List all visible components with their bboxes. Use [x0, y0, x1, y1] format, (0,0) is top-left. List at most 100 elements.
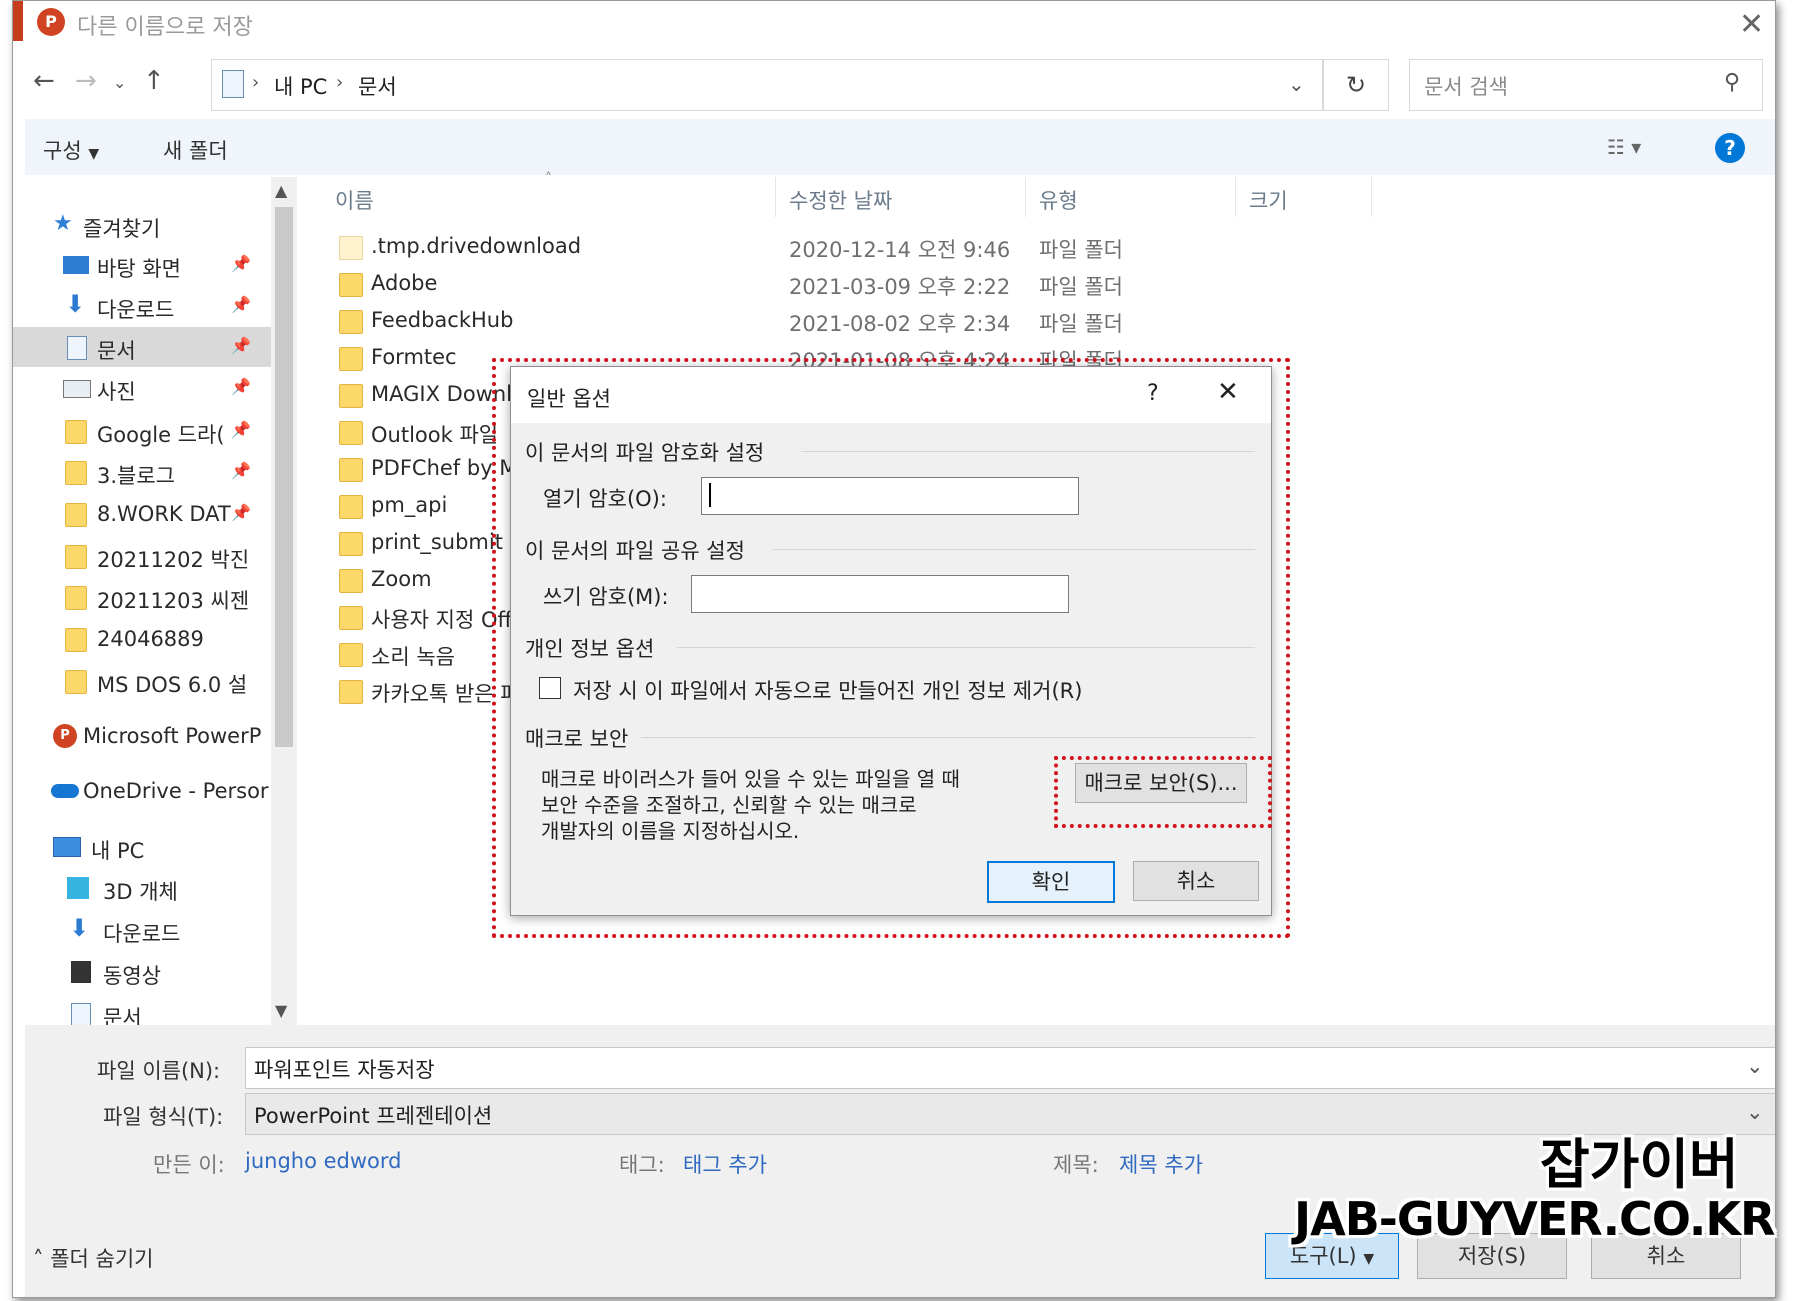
sidebar-item-blog[interactable]: 3.블로그 📌 — [13, 452, 273, 492]
sidebar-item-this-pc[interactable]: 내 PC — [13, 827, 273, 867]
breadcrumb-documents[interactable]: 문서 — [358, 71, 397, 101]
pin-icon[interactable]: 📌 — [231, 295, 251, 314]
document-icon — [67, 336, 87, 360]
text-cursor — [709, 483, 711, 507]
ok-button[interactable]: 확인 — [987, 861, 1115, 903]
file-row[interactable]: Adobe 2021-03-09 오후 2:22 파일 폴더 — [333, 267, 1123, 303]
hide-folders-button[interactable]: ˄ 폴더 숨기기 — [33, 1243, 153, 1273]
help-icon[interactable]: ? — [1715, 133, 1745, 163]
scroll-up-icon[interactable]: ▲ — [275, 181, 287, 200]
sidebar-item-documents[interactable]: 문서 📌 — [13, 327, 273, 367]
sidebar-item-favorites[interactable]: ★ 즐겨찾기 — [13, 205, 273, 245]
sidebar-item-google-drive[interactable]: Google 드라( 📌 — [13, 411, 273, 451]
sidebar-item-label: 바탕 화면 — [97, 257, 181, 281]
sidebar-item-label: Microsoft PowerP — [83, 724, 262, 748]
write-password-input[interactable] — [691, 575, 1069, 613]
sidebar-item-24046889[interactable]: 24046889 — [13, 619, 273, 659]
filename-input[interactable]: 파워포인트 자동저장 ⌄ — [245, 1047, 1775, 1089]
sort-ascending-icon: ˄ — [545, 171, 552, 187]
column-divider[interactable] — [1371, 177, 1372, 217]
cloud-icon — [51, 784, 79, 798]
address-bar[interactable]: › 내 PC › 문서 ⌄ — [211, 59, 1323, 111]
watermark-korean: 잡가이버 — [1540, 1133, 1739, 1196]
help-icon[interactable]: ? — [1147, 381, 1159, 406]
view-options-icon[interactable]: ☷ ▾ — [1607, 135, 1641, 159]
chevron-down-icon[interactable]: ⌄ — [1746, 1100, 1764, 1124]
file-name: Adobe — [371, 271, 438, 295]
sidebar-scroll-thumb[interactable] — [275, 207, 293, 747]
sidebar-item-documents-pc[interactable]: 문서 — [13, 994, 273, 1025]
forward-arrow-icon[interactable]: → — [75, 66, 97, 96]
sidebar-item-label: 20211202 박진 — [97, 548, 250, 572]
sidebar-item-videos[interactable]: 동영상 — [13, 952, 273, 992]
column-divider[interactable] — [775, 177, 776, 217]
sidebar-item-label: 다운로드 — [97, 298, 175, 322]
column-header-modified[interactable]: 수정한 날짜 — [789, 185, 892, 215]
pin-icon[interactable]: 📌 — [231, 336, 251, 355]
pin-icon[interactable]: 📌 — [231, 420, 251, 439]
up-arrow-icon[interactable]: ↑ — [143, 66, 165, 96]
pin-icon[interactable]: 📌 — [231, 461, 251, 480]
back-arrow-icon[interactable]: ← — [33, 66, 55, 96]
sidebar-item-ms-dos[interactable]: MS DOS 6.0 설 — [13, 661, 273, 701]
computer-icon — [53, 837, 81, 857]
breadcrumb-my-pc[interactable]: 내 PC — [274, 71, 327, 101]
file-row[interactable]: FeedbackHub 2021-08-02 오후 2:34 파일 폴더 — [333, 304, 1123, 340]
sidebar-item-label: 8.WORK DAT — [97, 502, 231, 526]
window-title: 다른 이름으로 저장 — [77, 15, 253, 40]
sidebar-item-label: OneDrive - Persor — [83, 779, 269, 803]
file-name: print_submit — [371, 530, 503, 554]
dialog-cancel-button[interactable]: 취소 — [1133, 861, 1259, 901]
sidebar-item-label: 24046889 — [97, 627, 204, 651]
organize-button[interactable]: 구성 ▼ — [43, 135, 99, 165]
sidebar-item-20211203[interactable]: 20211203 씨젠 — [13, 577, 273, 617]
sidebar-item-onedrive[interactable]: OneDrive - Persor — [13, 771, 273, 811]
file-name: Outlook 파일 — [371, 423, 499, 447]
recent-dropdown-icon[interactable]: ⌄ — [113, 73, 126, 92]
file-name: 소리 녹음 — [371, 645, 455, 669]
section-macro-heading: 매크로 보안 — [525, 727, 629, 751]
open-password-input[interactable] — [701, 477, 1079, 515]
folder-icon — [339, 606, 363, 630]
file-row[interactable]: .tmp.drivedownload 2020-12-14 오전 9:46 파일… — [333, 230, 1123, 266]
file-date: 2021-03-09 오후 2:22 — [789, 275, 1011, 299]
search-input[interactable]: 문서 검색 ⚲ — [1409, 59, 1763, 111]
close-icon[interactable]: ✕ — [1217, 377, 1239, 407]
author-label: 만든 이: — [153, 1153, 225, 1177]
folder-icon — [65, 586, 87, 610]
close-icon[interactable]: ✕ — [1739, 7, 1764, 42]
tags-value[interactable]: 태그 추가 — [683, 1149, 767, 1179]
sidebar-item-microsoft-powerpoint[interactable]: P Microsoft PowerP — [13, 716, 273, 756]
open-password-label: 열기 암호(O): — [543, 487, 667, 511]
new-folder-button[interactable]: 새 폴더 — [163, 135, 228, 165]
column-divider[interactable] — [1235, 177, 1236, 217]
tools-label: 도구(L) — [1289, 1244, 1357, 1268]
file-type: 파일 폴더 — [1039, 312, 1123, 336]
column-header-name[interactable]: 이름 — [335, 185, 374, 215]
column-header-size[interactable]: 크기 — [1249, 185, 1288, 215]
sidebar-item-work-data[interactable]: 8.WORK DAT 📌 — [13, 494, 273, 534]
author-value[interactable]: jungho edword — [245, 1149, 402, 1173]
pin-icon[interactable]: 📌 — [231, 254, 251, 273]
privacy-checkbox[interactable] — [539, 677, 561, 699]
search-icon[interactable]: ⚲ — [1724, 70, 1740, 95]
sidebar-item-downloads-pc[interactable]: ⬇ 다운로드 — [13, 910, 273, 950]
column-divider[interactable] — [1025, 177, 1026, 217]
sidebar-item-label: 동영상 — [103, 964, 161, 988]
sidebar-item-desktop[interactable]: 바탕 화면 📌 — [13, 245, 273, 285]
column-header-type[interactable]: 유형 — [1039, 185, 1078, 215]
sidebar-item-20211202[interactable]: 20211202 박진 — [13, 536, 273, 576]
chevron-down-icon[interactable]: ⌄ — [1746, 1054, 1764, 1078]
folder-icon — [339, 347, 363, 371]
pin-icon[interactable]: 📌 — [231, 503, 251, 522]
sidebar-item-3d-objects[interactable]: 3D 개체 — [13, 868, 273, 908]
scroll-down-icon[interactable]: ▼ — [275, 1001, 287, 1020]
pin-icon[interactable]: 📌 — [231, 377, 251, 396]
privacy-checkbox-label[interactable]: 저장 시 이 파일에서 자동으로 만들어진 개인 정보 제거(R) — [573, 675, 1082, 705]
sidebar-item-pictures[interactable]: 사진 📌 — [13, 368, 273, 408]
chevron-down-icon[interactable]: ⌄ — [1288, 72, 1305, 96]
sidebar-item-label: 문서 — [97, 339, 136, 363]
sidebar-item-downloads[interactable]: ⬇ 다운로드 📌 — [13, 286, 273, 326]
refresh-icon[interactable]: ↻ — [1323, 59, 1389, 111]
title-value[interactable]: 제목 추가 — [1119, 1149, 1203, 1179]
